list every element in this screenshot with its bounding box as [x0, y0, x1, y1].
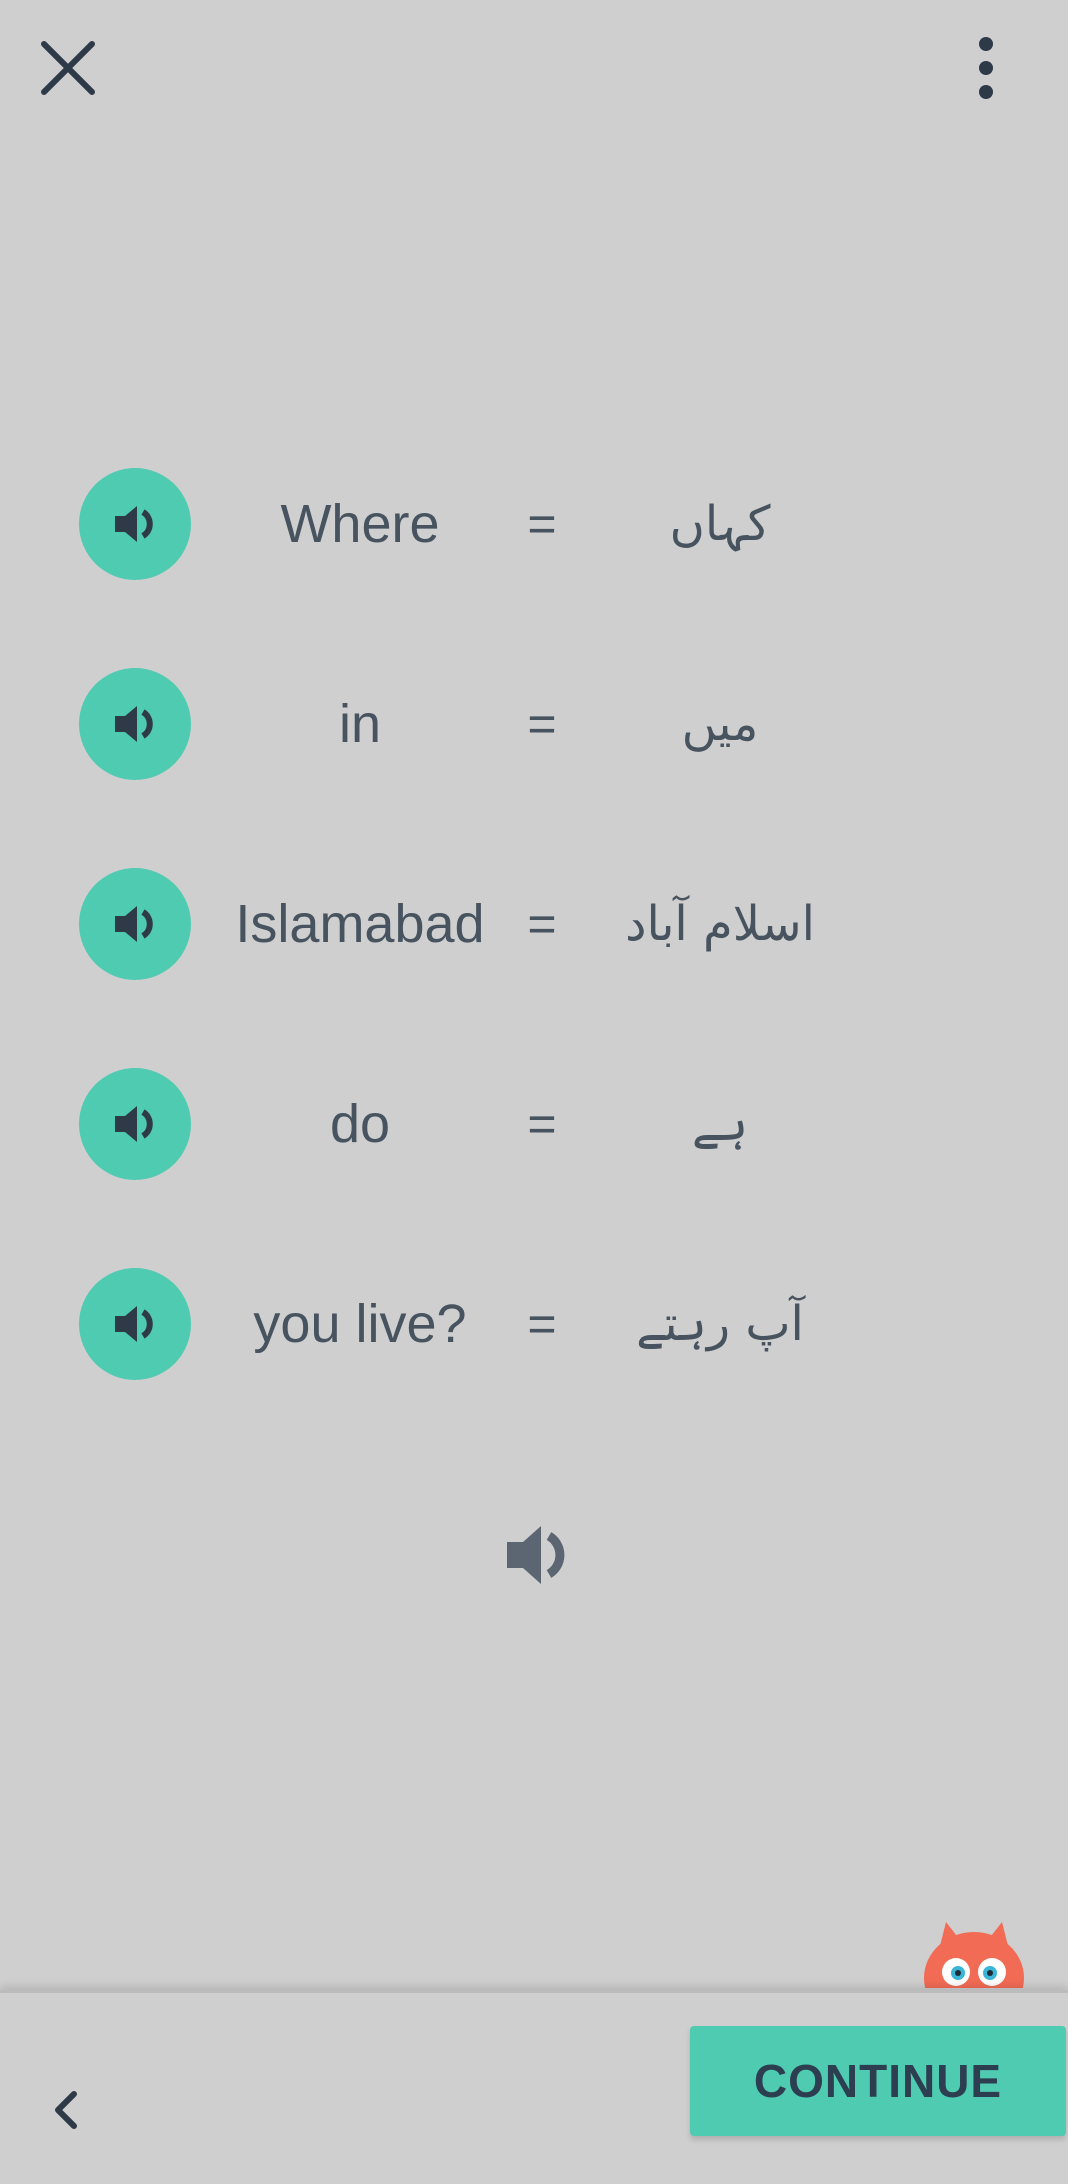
speaker-icon [115, 1106, 153, 1142]
equals-sign: = [527, 896, 557, 952]
equals-sign: = [527, 1296, 557, 1352]
english-word: Islamabad [235, 894, 485, 954]
play-audio-button[interactable] [79, 468, 191, 580]
speaker-icon [115, 506, 153, 542]
more-vert-icon [979, 37, 993, 99]
word-row: in = میں [0, 668, 1068, 780]
play-audio-button[interactable] [79, 668, 191, 780]
play-sentence-button[interactable] [494, 1515, 584, 1595]
urdu-word: کہاں [669, 496, 771, 552]
close-button[interactable] [30, 30, 106, 106]
urdu-word: میں [681, 696, 759, 752]
chevron-left-icon [55, 2091, 77, 2129]
word-row: do = ہے [0, 1068, 1068, 1180]
speaker-icon [115, 706, 153, 742]
play-audio-button[interactable] [79, 1068, 191, 1180]
back-button[interactable] [36, 2080, 96, 2140]
word-row: you live? = آپ رہتے [0, 1268, 1068, 1380]
english-word: Where [280, 494, 440, 554]
english-word: in [338, 694, 382, 754]
equals-sign: = [527, 696, 557, 752]
english-word: do [329, 1094, 391, 1154]
play-audio-button[interactable] [79, 868, 191, 980]
word-row: Islamabad = اسلام آباد [0, 868, 1068, 980]
more-options-button[interactable] [956, 30, 1016, 106]
continue-button[interactable]: CONTINUE [690, 2026, 1066, 2136]
play-audio-button[interactable] [79, 1268, 191, 1380]
word-row: Where = کہاں [0, 468, 1068, 580]
urdu-word: ہے [691, 1096, 749, 1152]
equals-sign: = [527, 1096, 557, 1152]
mascot-icon [924, 1922, 1024, 1988]
lesson-screen: Where = کہاں in = میں Islamabad = اسلام … [0, 0, 1068, 2184]
speaker-icon [115, 906, 153, 942]
urdu-word: آپ رہتے [636, 1296, 804, 1352]
close-icon [41, 41, 95, 95]
mascot-image [918, 1916, 1030, 1988]
english-word: you live? [253, 1294, 467, 1354]
equals-sign: = [527, 496, 557, 552]
speaker-icon [115, 1306, 153, 1342]
urdu-word: اسلام آباد [625, 896, 815, 952]
speaker-icon [507, 1526, 565, 1584]
